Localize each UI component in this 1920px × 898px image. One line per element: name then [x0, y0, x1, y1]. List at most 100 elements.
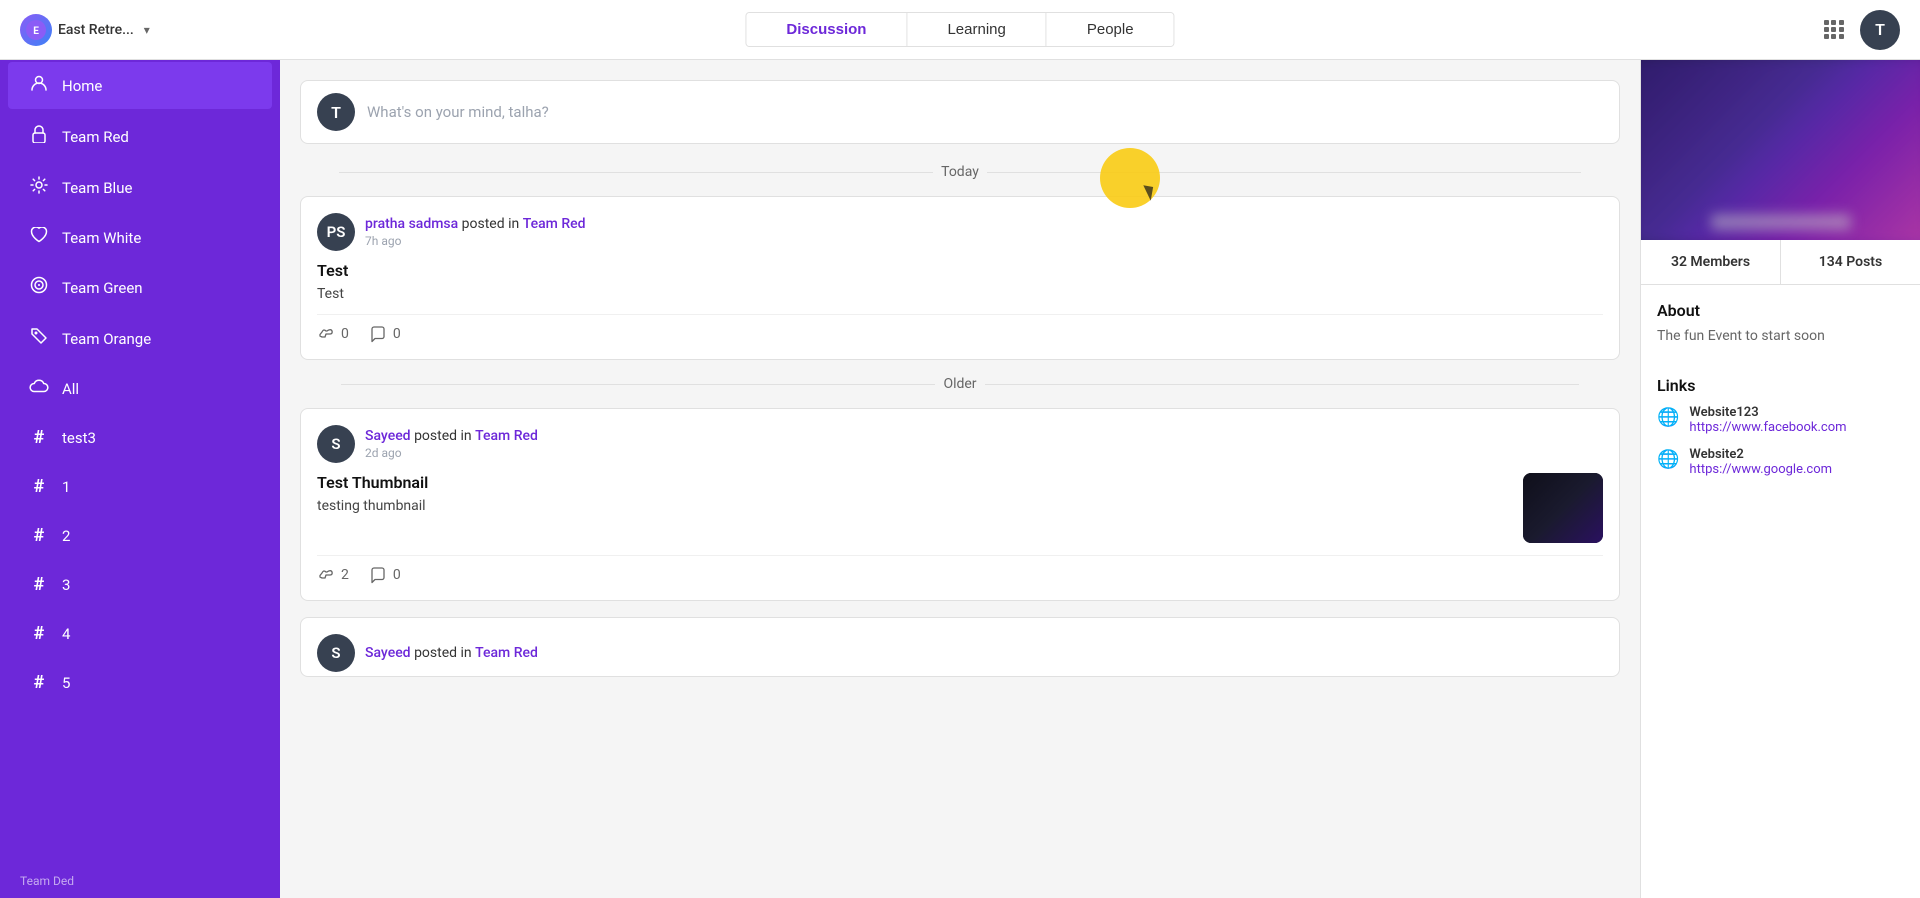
sidebar-item-team-orange[interactable]: Team Orange [8, 315, 272, 362]
post-body-1: Test [317, 286, 1603, 302]
comment-button-2[interactable]: 0 [369, 566, 401, 584]
post-header-2: S Sayeed posted in Team Red 2d ago [317, 425, 1603, 463]
sidebar-team-blue-label: Team Blue [62, 179, 252, 197]
content-area: T What's on your mind, talha? Today PS p… [280, 60, 1920, 898]
sidebar-item-team-blue[interactable]: Team Blue [8, 164, 272, 211]
main-nav: Discussion Learning People [745, 12, 1174, 47]
posts-count: 134 Posts [1819, 254, 1882, 270]
like-button-1[interactable]: 0 [317, 325, 349, 343]
sidebar-item-team-green[interactable]: Team Green [8, 264, 272, 311]
main-layout: Home Team Red Team Blue Team White Team [0, 60, 1920, 898]
post-action-1: posted in [462, 216, 523, 232]
post-author-link-3[interactable]: Sayeed [365, 645, 411, 661]
sidebar-team-green-label: Team Green [62, 279, 252, 297]
apps-grid-icon[interactable] [1824, 20, 1844, 40]
sidebar-ch4-label: 4 [62, 625, 252, 643]
post-input-area[interactable]: T What's on your mind, talha? [300, 80, 1620, 144]
lock-icon [28, 125, 50, 148]
sidebar-bottom-label: Team Ded [0, 864, 280, 898]
like-button-2[interactable]: 2 [317, 566, 349, 584]
sidebar-item-ch4[interactable]: # 4 [8, 611, 272, 656]
post-team-link-1[interactable]: Team Red [523, 216, 586, 232]
post-time-2: 2d ago [365, 446, 1603, 460]
sidebar-ch5-label: 5 [62, 674, 252, 692]
sidebar-team-white-label: Team White [62, 229, 252, 247]
tag-icon [28, 327, 50, 350]
post-author-link-2[interactable]: Sayeed [365, 428, 411, 444]
sidebar-test3-label: test3 [62, 429, 252, 447]
sidebar-item-test3[interactable]: # test3 [8, 415, 272, 460]
post-card-2: S Sayeed posted in Team Red 2d ago Test … [300, 408, 1620, 601]
link-name-2: Website2 [1689, 447, 1832, 462]
post-header-1: PS pratha sadmsa posted in Team Red 7h a… [317, 213, 1603, 251]
sidebar-item-ch1[interactable]: # 1 [8, 464, 272, 509]
tab-people[interactable]: People [1047, 13, 1174, 46]
post-meta-1: pratha sadmsa posted in Team Red 7h ago [365, 216, 1603, 248]
sidebar-item-ch3[interactable]: # 3 [8, 562, 272, 607]
sidebar-ch1-label: 1 [62, 478, 252, 496]
like-count-1: 0 [341, 326, 349, 342]
person-icon [28, 74, 50, 97]
tab-learning[interactable]: Learning [907, 13, 1046, 46]
panel-banner-blur [1641, 60, 1920, 240]
post-input-placeholder[interactable]: What's on your mind, talha? [367, 103, 1603, 121]
hash-icon-ch2: # [28, 525, 50, 546]
cloud-icon [28, 378, 50, 399]
post-meta-line-2: Sayeed posted in Team Red [365, 428, 1603, 444]
panel-blurred-text [1711, 214, 1851, 230]
panel-about-section: About The fun Event to start soon [1641, 285, 1920, 376]
post-team-link-3[interactable]: Team Red [475, 645, 538, 661]
link-item-1: 🌐 Website123 https://www.facebook.com [1657, 405, 1904, 435]
post-meta-line-1: pratha sadmsa posted in Team Red [365, 216, 1603, 232]
post-actions-1: 0 0 [317, 314, 1603, 343]
comment-count-1: 0 [393, 326, 401, 342]
comment-button-1[interactable]: 0 [369, 325, 401, 343]
post-text-content-2: Test Thumbnail testing thumbnail [317, 473, 1511, 543]
post-author-link-1[interactable]: pratha sadmsa [365, 216, 458, 232]
link-url-2[interactable]: https://www.google.com [1689, 462, 1832, 477]
globe-icon-2: 🌐 [1657, 449, 1679, 470]
globe-icon-1: 🌐 [1657, 407, 1679, 428]
link-url-1[interactable]: https://www.facebook.com [1689, 420, 1846, 435]
post-meta-3: Sayeed posted in Team Red [365, 645, 1603, 661]
post-body-2: testing thumbnail [317, 498, 1511, 514]
post-header-3: S Sayeed posted in Team Red [317, 634, 1603, 672]
panel-banner [1641, 60, 1920, 240]
org-selector[interactable]: E East Retre... ▾ [20, 14, 220, 46]
sidebar-item-team-red[interactable]: Team Red [8, 113, 272, 160]
section-divider-today: Today [300, 164, 1620, 180]
sidebar-item-home[interactable]: Home [8, 62, 272, 109]
post-team-link-2[interactable]: Team Red [475, 428, 538, 444]
hash-icon-ch5: # [28, 672, 50, 693]
post-title-2: Test Thumbnail [317, 473, 1511, 492]
sidebar-item-ch2[interactable]: # 2 [8, 513, 272, 558]
svg-text:E: E [33, 26, 39, 37]
sidebar-item-team-white[interactable]: Team White [8, 215, 272, 260]
panel-posts: 134 Posts [1781, 240, 1920, 284]
panel-stats: 32 Members 134 Posts [1641, 240, 1920, 285]
sidebar-team-orange-label: Team Orange [62, 330, 252, 348]
link-name-1: Website123 [1689, 405, 1846, 420]
post-actions-2: 2 0 [317, 555, 1603, 584]
sidebar: Home Team Red Team Blue Team White Team [0, 60, 280, 898]
post-avatar-3: S [317, 634, 355, 672]
org-logo: E [20, 14, 52, 46]
sun-icon [28, 176, 50, 199]
post-meta-line-3: Sayeed posted in Team Red [365, 645, 1603, 661]
org-name: East Retre... [58, 22, 134, 38]
post-action-2: posted in [414, 428, 475, 444]
user-avatar[interactable]: T [1860, 10, 1900, 50]
hash-icon-test3: # [28, 427, 50, 448]
sidebar-home-label: Home [62, 77, 252, 95]
sidebar-item-ch5[interactable]: # 5 [8, 660, 272, 705]
post-avatar-1: PS [317, 213, 355, 251]
sidebar-item-all[interactable]: All [8, 366, 272, 411]
comment-count-2: 0 [393, 567, 401, 583]
tab-discussion[interactable]: Discussion [746, 13, 907, 46]
heart-icon [28, 227, 50, 248]
post-thumbnail-2[interactable]: ▶ [1523, 473, 1603, 543]
panel-members: 32 Members [1641, 240, 1781, 284]
links-section: Links 🌐 Website123 https://www.facebook.… [1641, 376, 1920, 505]
section-divider-older: Older [300, 376, 1620, 392]
feed: T What's on your mind, talha? Today PS p… [280, 60, 1640, 898]
